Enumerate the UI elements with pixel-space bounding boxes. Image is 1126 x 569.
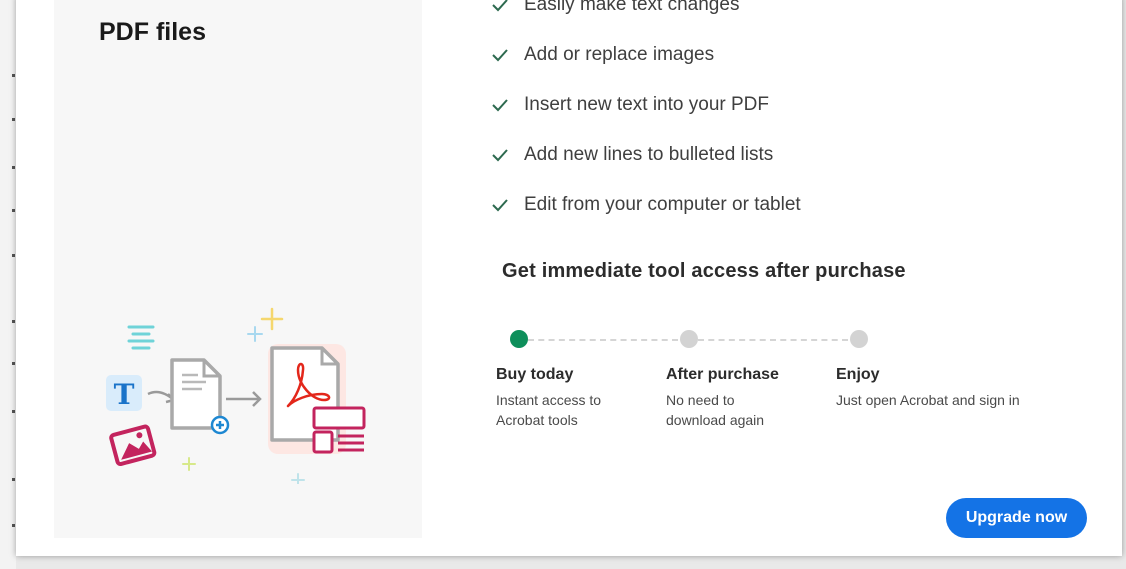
feature-label: Edit from your computer or tablet: [524, 194, 801, 215]
step-desc: Just open Acrobat and sign in: [836, 392, 1020, 408]
feature-label: Easily make text changes: [524, 0, 740, 15]
sparkle-icon: [260, 307, 284, 331]
sparkle-icon: [247, 326, 263, 342]
step-desc: download again: [666, 412, 765, 428]
step-title: After purchase: [666, 366, 779, 383]
step-buy-today: Buy today Instant access to Acrobat tool…: [496, 366, 656, 430]
check-icon: [492, 0, 508, 12]
step-enjoy: Enjoy Just open Acrobat and sign in: [836, 366, 1056, 410]
step-desc: Acrobat tools: [496, 412, 578, 428]
step-title: Buy today: [496, 366, 574, 383]
feature-label: Insert new text into your PDF: [524, 94, 769, 115]
arrow-icon: [226, 391, 262, 407]
step-dot: [680, 330, 698, 348]
feature-item: Easily make text changes: [490, 0, 910, 20]
feature-item: Edit from your computer or tablet: [490, 190, 910, 220]
feature-label: Add new lines to bulleted lists: [524, 144, 774, 165]
align-text-icon: [127, 325, 155, 350]
purchase-stepper: [510, 330, 870, 350]
access-title: Get immediate tool access after purchase: [502, 260, 906, 282]
check-icon: [492, 149, 508, 162]
panel-heading: PDF files: [99, 16, 399, 48]
sparkle-icon: [182, 457, 196, 471]
feature-item: Add new lines to bulleted lists: [490, 140, 910, 170]
text-tool-icon: T: [106, 375, 142, 411]
step-dot: [850, 330, 868, 348]
background-page-edge: [0, 0, 16, 569]
check-icon: [492, 99, 508, 112]
step-desc: No need to: [666, 392, 735, 408]
step-dot-active: [510, 330, 528, 348]
feature-item: Insert new text into your PDF: [490, 90, 910, 120]
edit-pdf-illustration: T: [106, 307, 366, 484]
upgrade-dialog: PDF files T Easily make text changes Add…: [16, 0, 1122, 556]
step-desc: Instant access to: [496, 392, 602, 408]
panel-heading-line2: PDF files: [99, 18, 206, 46]
document-icon: [170, 358, 230, 435]
check-icon: [492, 199, 508, 212]
feature-item: Add or replace images: [490, 40, 910, 70]
acrobat-pdf-icon: [268, 344, 346, 454]
image-icon: [109, 424, 157, 467]
feature-label: Add or replace images: [524, 44, 715, 65]
illustration-panel: PDF files T: [54, 0, 422, 538]
step-after-purchase: After purchase No need to download again: [666, 366, 826, 430]
upgrade-now-button[interactable]: Upgrade now: [946, 498, 1087, 538]
step-connector: [698, 339, 848, 341]
step-title: Enjoy: [836, 366, 880, 383]
check-icon: [492, 49, 508, 62]
step-connector: [528, 339, 678, 341]
svg-text:T: T: [114, 378, 135, 411]
sparkle-icon: [291, 473, 305, 484]
